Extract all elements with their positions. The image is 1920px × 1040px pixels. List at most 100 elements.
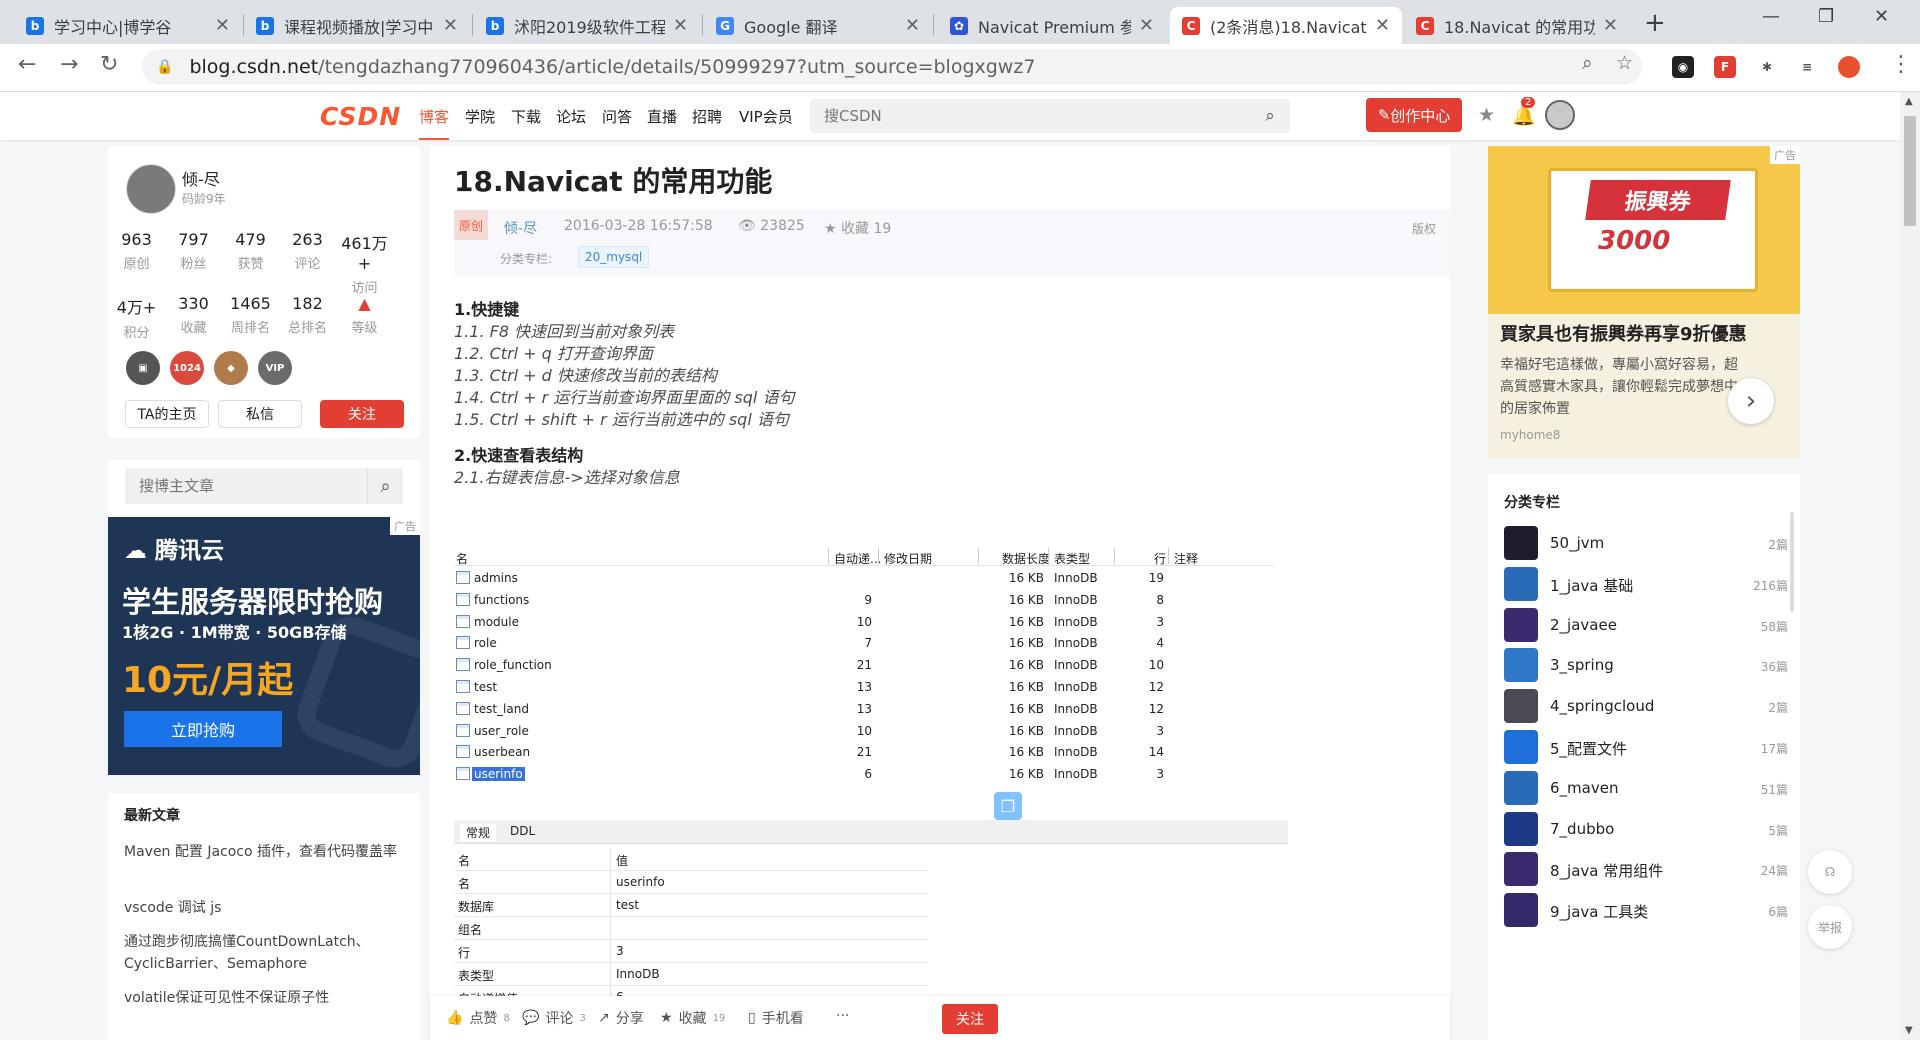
url-text[interactable]: blog.csdn.net/tengdazhang770960436/artic… <box>189 56 1035 78</box>
browser-tab[interactable]: ✿ Navicat Premium 参... ✕ <box>938 7 1166 44</box>
nav-vip[interactable]: VIP会员 <box>739 106 793 127</box>
headset-icon[interactable]: ☊ <box>1808 850 1852 894</box>
table-row[interactable]: userbean 21 16 KB InnoDB 14 <box>454 742 1274 763</box>
browser-tab[interactable]: C 18.Navicat 的常用功... ✕ <box>1404 7 1630 44</box>
table-row[interactable]: role_function 21 16 KB InnoDB 10 <box>454 655 1274 676</box>
mobile-view-button[interactable]: ▯ 手机看 <box>748 1008 804 1028</box>
medal-box-icon[interactable]: ◆ <box>214 351 248 385</box>
stat[interactable]: 461万+ 访问 <box>336 230 393 296</box>
table-row[interactable]: test_land 13 16 KB InnoDB 12 <box>454 699 1274 720</box>
ad-cta-button[interactable]: 立即抢购 <box>124 711 282 747</box>
search-icon[interactable]: ⌕ <box>1250 99 1290 133</box>
category-item[interactable]: 6_maven 51篇 <box>1504 770 1788 805</box>
author-home-button[interactable]: TA的主页 <box>125 400 209 428</box>
nav-live[interactable]: 直播 <box>647 106 677 127</box>
star-icon[interactable]: ★ <box>1478 104 1495 126</box>
chevron-right-icon[interactable]: › <box>1728 378 1774 424</box>
table-row[interactable]: test 13 16 KB InnoDB 12 <box>454 677 1274 698</box>
more-button[interactable]: ··· <box>836 1008 849 1024</box>
table-row[interactable]: module 10 16 KB InnoDB 3 <box>454 612 1274 633</box>
nav-blog[interactable]: 博客 <box>419 106 450 140</box>
search-icon[interactable]: ⌕ <box>367 468 403 504</box>
stat[interactable]: 330 收藏 <box>165 294 222 341</box>
medal-1024-icon[interactable]: 1024 <box>170 351 204 385</box>
close-icon[interactable]: ✕ <box>905 15 920 36</box>
extension-icon[interactable]: F <box>1714 56 1736 78</box>
scroll-down-icon[interactable]: ▼ <box>1905 1025 1913 1036</box>
browser-tab[interactable]: b 沭阳2019级软件工程... ✕ <box>474 7 700 44</box>
recent-article-link[interactable]: volatile保证可见性不保证原子性 <box>124 987 404 1009</box>
avatar[interactable] <box>1545 100 1575 130</box>
minimize-icon[interactable]: — <box>1762 6 1780 27</box>
search-input[interactable] <box>810 99 1230 133</box>
browser-tab[interactable]: b 课程视频播放|学习中... ✕ <box>244 7 470 44</box>
recent-article-link[interactable]: 通过跑步彻底搞懂CountDownLatch、CyclicBarrier、Sem… <box>124 931 404 975</box>
create-center-button[interactable]: ✎ 创作中心 <box>1366 98 1462 132</box>
tab-ddl[interactable]: DDL <box>510 824 535 838</box>
category-item[interactable]: 9_java 工具类 6篇 <box>1504 893 1788 928</box>
myhome8-ad[interactable]: 振興券 3000 广告 買家具也有振興券再享9折優惠 幸福好宅這樣做，專屬小窩好… <box>1488 146 1800 458</box>
forward-icon[interactable]: → <box>60 52 78 77</box>
maximize-icon[interactable]: ❐ <box>1818 6 1834 27</box>
browser-tab[interactable]: b 学习中心|博学谷 ✕ <box>14 7 242 44</box>
stat[interactable]: 479 获赞 <box>222 230 279 296</box>
category-item[interactable]: 1_java 基础 216篇 <box>1504 566 1788 601</box>
category-item[interactable]: 2_javaee 58篇 <box>1504 607 1788 642</box>
url-bar[interactable]: 🔒 blog.csdn.net/tengdazhang770960436/art… <box>142 49 1642 85</box>
close-icon[interactable]: ✕ <box>1139 15 1154 36</box>
zoom-icon[interactable]: ⌕ <box>1582 52 1593 74</box>
comment-button[interactable]: 💬 评论 3 <box>522 1008 586 1028</box>
close-icon[interactable]: ✕ <box>1375 15 1390 36</box>
close-icon[interactable]: ✕ <box>1603 15 1618 36</box>
close-icon[interactable]: ✕ <box>215 15 230 36</box>
category-item[interactable]: 8_java 常用组件 24篇 <box>1504 852 1788 887</box>
recent-article-link[interactable]: Maven 配置 Jacoco 插件，查看代码覆盖率 <box>124 841 404 863</box>
category-item[interactable]: 5_配置文件 17篇 <box>1504 730 1788 764</box>
back-icon[interactable]: ← <box>18 52 36 77</box>
follow-button[interactable]: 关注 <box>320 400 404 428</box>
medal-icon[interactable]: ▣ <box>126 351 160 385</box>
medal-vip-icon[interactable]: VIP <box>258 351 292 385</box>
browser-tab-active[interactable]: C (2条消息)18.Navicat... ✕ <box>1170 7 1402 44</box>
browser-tab[interactable]: G Google 翻译 ✕ <box>704 7 932 44</box>
menu-icon[interactable]: ⋮ <box>1890 52 1912 77</box>
category-item[interactable]: 7_dubbo 5篇 <box>1504 811 1788 846</box>
new-tab-icon[interactable]: + <box>1644 8 1666 38</box>
follow-button[interactable]: 关注 <box>942 1004 998 1034</box>
table-row[interactable]: role 7 16 KB InnoDB 4 <box>454 633 1274 654</box>
avatar[interactable] <box>126 164 176 214</box>
category-scrollbar[interactable] <box>1790 512 1794 612</box>
tab-general[interactable]: 常规 <box>460 824 497 841</box>
category-item[interactable]: 4_springcloud 2篇 <box>1504 689 1788 724</box>
lock-icon[interactable]: 🔒 <box>156 59 173 75</box>
csdn-logo[interactable]: CSDN <box>320 102 401 131</box>
category-tag[interactable]: 20_mysql <box>578 246 650 268</box>
like-button[interactable]: 👍 点赞 8 <box>446 1008 510 1028</box>
stat[interactable]: 1465 周排名 <box>222 294 279 341</box>
category-item[interactable]: 3_spring 36篇 <box>1504 648 1788 683</box>
category-item[interactable]: 50_jvm 2篇 <box>1504 526 1788 560</box>
nav-qa[interactable]: 问答 <box>602 106 632 127</box>
close-icon[interactable]: ✕ <box>443 15 458 36</box>
stat[interactable]: 4万+ 积分 <box>108 294 165 341</box>
private-message-button[interactable]: 私信 <box>218 400 302 428</box>
bookmark-star-icon[interactable]: ☆ <box>1616 52 1633 74</box>
table-row[interactable]: user_role 10 16 KB InnoDB 3 <box>454 721 1274 742</box>
stat[interactable]: 963 原创 <box>108 230 165 296</box>
stat[interactable]: 797 粉丝 <box>165 230 222 296</box>
translate-bubble-icon[interactable]: ❐ <box>994 792 1022 820</box>
author-name[interactable]: 倾-尽 <box>182 166 220 190</box>
table-row[interactable]: functions 9 16 KB InnoDB 8 <box>454 590 1274 611</box>
report-button[interactable]: 举报 <box>1808 905 1852 949</box>
tencent-cloud-ad[interactable]: 广告 ☁ 腾讯云 学生服务器限时抢购 1核2G · 1M带宽 · 50GB存储 … <box>108 517 420 775</box>
media-icon[interactable]: ≡ <box>1796 56 1818 78</box>
ad-tag[interactable]: 广告 <box>1770 146 1800 164</box>
extension-icon[interactable]: ◉ <box>1672 56 1694 78</box>
copyright-label[interactable]: 版权 <box>1412 220 1436 237</box>
scrollbar-thumb[interactable] <box>1904 116 1916 226</box>
puzzle-icon[interactable]: ✱ <box>1756 56 1778 78</box>
recent-article-link[interactable]: vscode 调试 js <box>124 897 404 919</box>
table-row[interactable]: userinfo 6 16 KB InnoDB 3 <box>454 764 1274 785</box>
nav-academy[interactable]: 学院 <box>465 106 495 127</box>
author-link[interactable]: 倾-尽 <box>504 218 537 238</box>
